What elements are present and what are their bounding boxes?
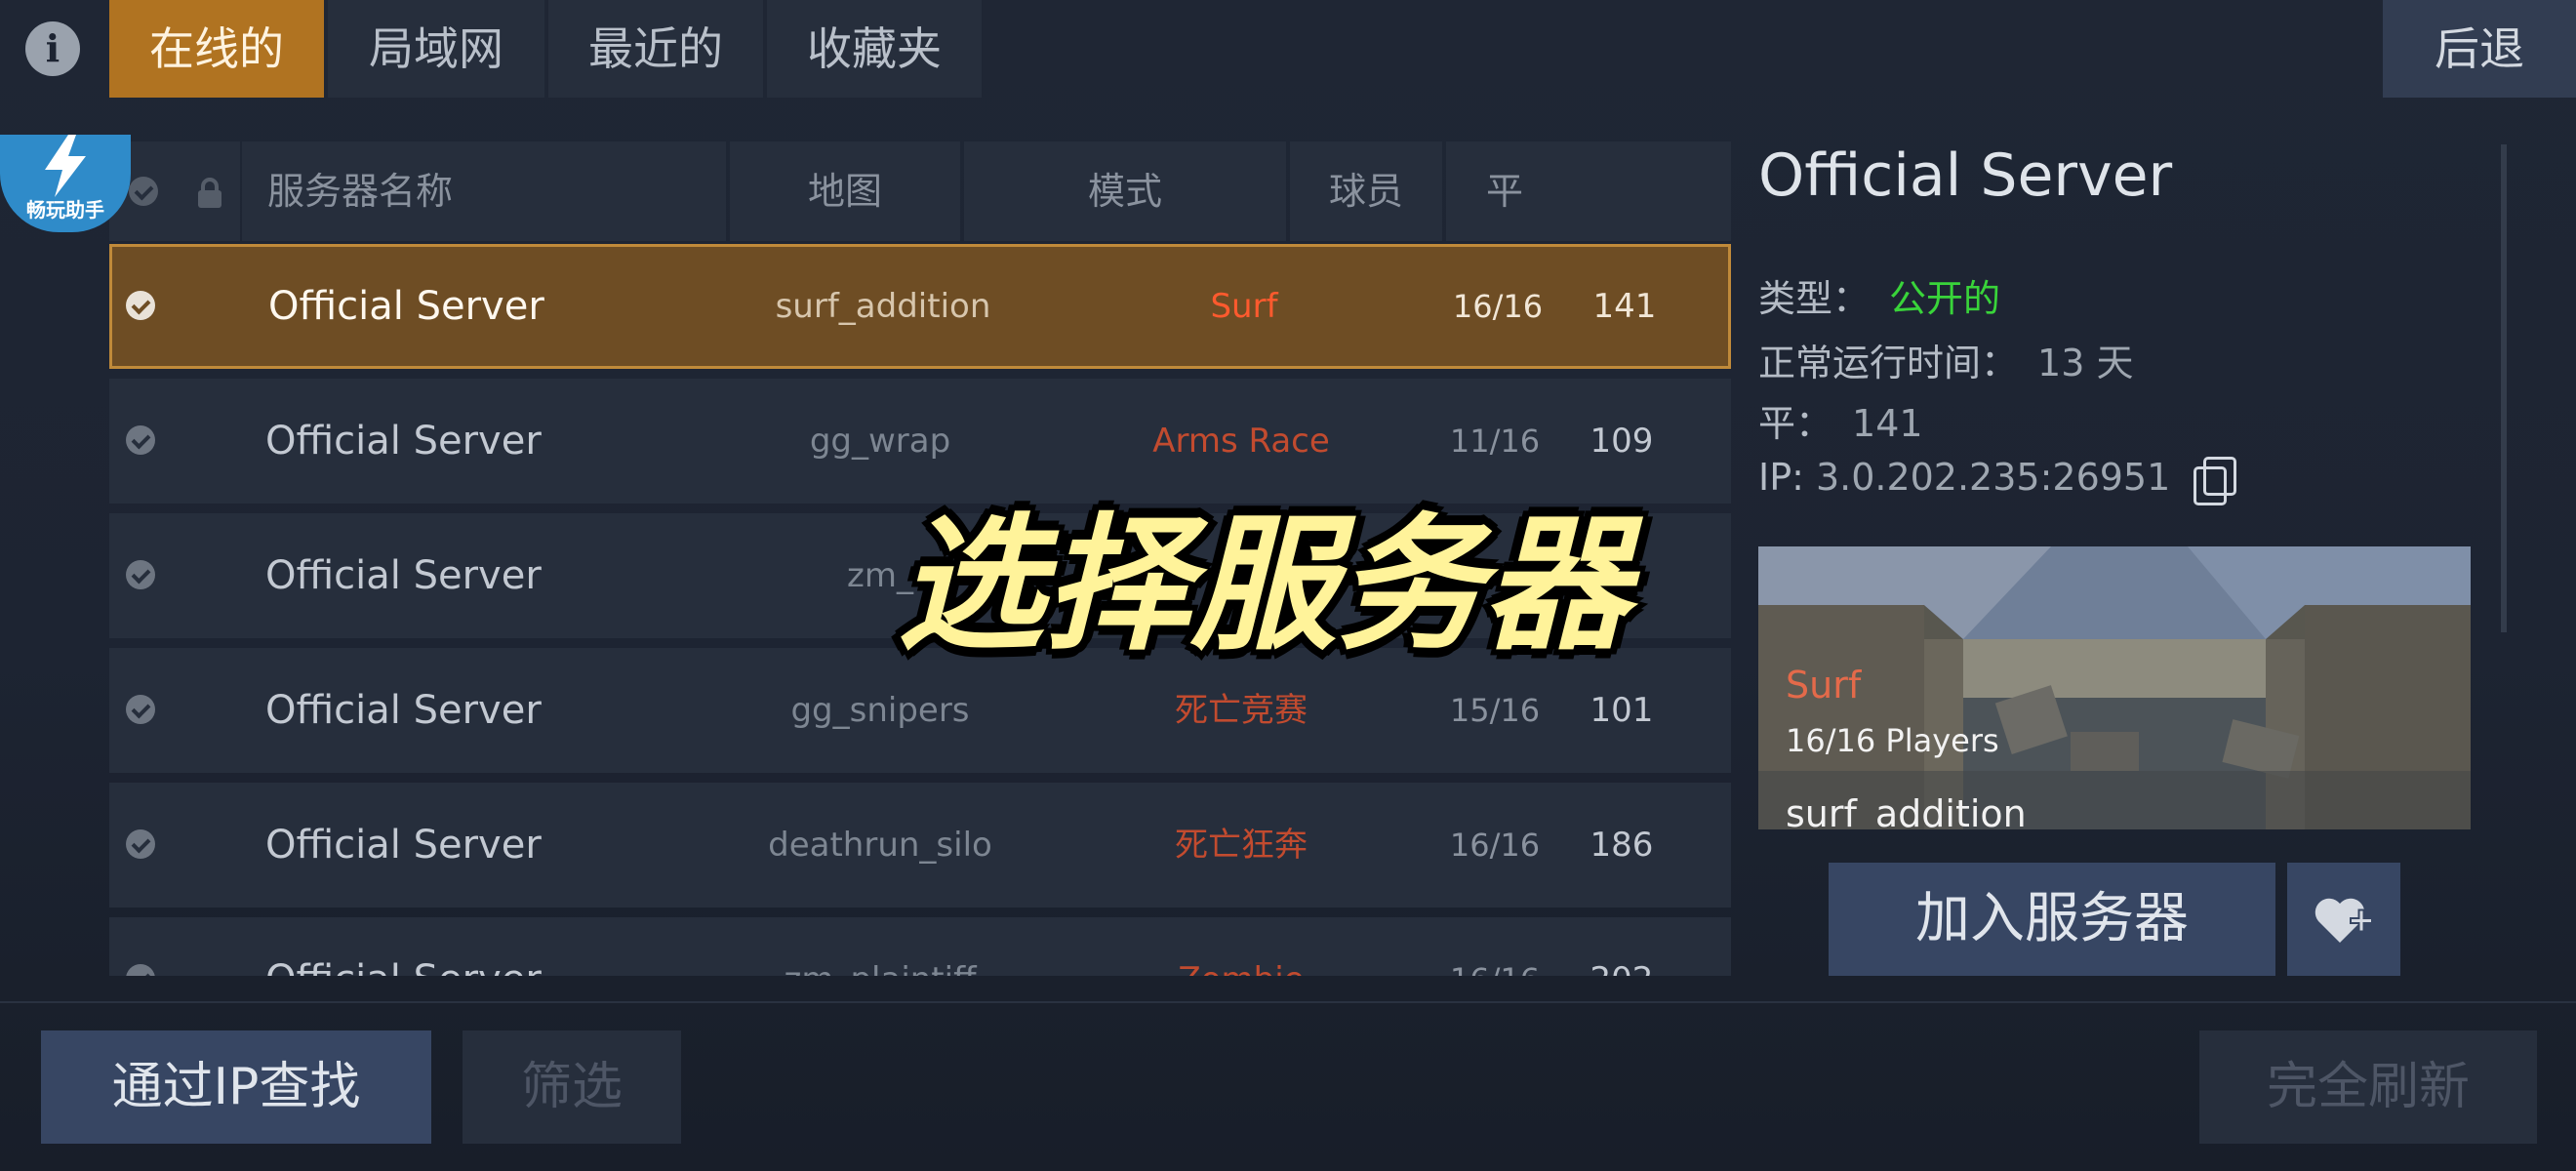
map-preview-image xyxy=(1758,546,2471,829)
filter-button[interactable]: 筛选 xyxy=(463,1030,681,1144)
server-map: surf_addition xyxy=(775,287,991,326)
header-players-label: 球员 xyxy=(1328,170,1403,213)
header-server-name[interactable]: 服务器名称 xyxy=(242,141,726,241)
tab-recent[interactable]: 最近的 xyxy=(548,0,763,98)
details-type-label: 类型： xyxy=(1758,277,1871,320)
details-ip-label: IP: xyxy=(1758,456,1804,499)
join-server-button[interactable]: 加入服务器 xyxy=(1829,863,2275,976)
server-map: gg_wrap xyxy=(809,422,951,461)
details-ip-value: 3.0.202.235:26951 xyxy=(1815,456,2171,499)
server-ping: 141 xyxy=(1592,287,1657,326)
top-bar: i 在线的 局域网 最近的 收藏夹 后退 xyxy=(0,0,2576,98)
add-favorite-button[interactable] xyxy=(2287,863,2400,976)
tab-online[interactable]: 在线的 xyxy=(109,0,324,98)
server-ping: 202 xyxy=(1573,917,1670,976)
header-server-name-label: 服务器名称 xyxy=(267,170,454,213)
check-icon xyxy=(126,425,155,455)
copy-icon[interactable] xyxy=(2194,456,2237,505)
server-mode: Zombie xyxy=(1134,917,1348,976)
table-row[interactable]: Official Server zm_plaintiff Zombie 16/1… xyxy=(109,917,1731,976)
back-button[interactable]: 后退 xyxy=(2383,0,2576,98)
header-mode-label: 模式 xyxy=(1087,170,1162,213)
details-type-value: 公开的 xyxy=(1889,277,2001,320)
preview-map: surf_addition xyxy=(1786,792,2027,829)
details-ping: 平： 141 xyxy=(1758,393,1923,447)
check-icon xyxy=(126,291,155,320)
table-row[interactable]: Official Server deathrun_silo 死亡狂奔 16/16… xyxy=(109,783,1731,908)
server-details-panel: Official Server 类型： 公开的 正常运行时间： 13 天 平： 141… xyxy=(1749,141,2510,976)
lock-icon xyxy=(198,178,221,208)
details-ip: IP: 3.0.202.235:26951 xyxy=(1758,456,2237,505)
server-name: Official Server xyxy=(268,284,544,329)
header-ping-label: 平 xyxy=(1485,170,1523,213)
server-name: Official Server xyxy=(265,823,542,868)
divider xyxy=(0,1001,2576,1003)
header-mode[interactable]: 模式 xyxy=(964,141,1286,241)
details-uptime-value: 13 天 xyxy=(2037,342,2134,384)
check-icon xyxy=(129,177,158,206)
preview-players: 16/16 Players xyxy=(1786,722,1999,759)
check-icon xyxy=(126,829,155,859)
details-title: Official Server xyxy=(1758,141,2173,210)
server-ping: 109 xyxy=(1590,422,1654,461)
server-name: Official Server xyxy=(265,553,542,598)
watermark-logo: 畅玩助手 xyxy=(0,135,131,232)
table-row[interactable]: Official Server surf_addition Surf 16/16… xyxy=(109,244,1731,369)
server-map: zm_plaintiff xyxy=(734,917,1026,976)
map-preview: Surf 16/16 Players surf_addition xyxy=(1758,546,2471,829)
header-ping[interactable]: 平 xyxy=(1446,141,1731,241)
details-uptime-label: 正常运行时间： xyxy=(1758,342,2019,384)
full-refresh-button[interactable]: 完全刷新 xyxy=(2199,1030,2537,1144)
table-row[interactable]: Official Server gg_wrap Arms Race 11/16 … xyxy=(109,379,1731,504)
details-uptime: 正常运行时间： 13 天 xyxy=(1758,333,2133,386)
check-icon xyxy=(126,695,155,724)
details-ping-label: 平： xyxy=(1758,402,1833,445)
lightning-icon xyxy=(45,135,86,197)
server-name: Official Server xyxy=(265,419,542,464)
check-icon xyxy=(126,560,155,589)
tab-favorites[interactable]: 收藏夹 xyxy=(767,0,982,98)
server-players: 11/16 xyxy=(1449,423,1541,460)
details-type: 类型： 公开的 xyxy=(1758,268,2000,322)
server-players: 16/16 xyxy=(1449,827,1541,864)
server-mode: 死亡狂奔 xyxy=(1175,826,1308,865)
server-ping: 186 xyxy=(1590,826,1654,865)
find-by-ip-button[interactable]: 通过IP查找 xyxy=(41,1030,431,1144)
overlay-caption: 选择服务器 xyxy=(898,501,1630,670)
check-icon xyxy=(126,964,155,976)
header-map[interactable]: 地图 xyxy=(730,141,960,241)
heart-plus-icon xyxy=(2314,898,2373,943)
tab-lan[interactable]: 局域网 xyxy=(328,0,544,98)
details-ping-value: 141 xyxy=(1852,402,1923,445)
server-name: Official Server xyxy=(265,688,542,733)
server-mode: Arms Race xyxy=(1152,422,1330,461)
server-map: deathrun_silo xyxy=(768,826,992,865)
header-players[interactable]: 球员 xyxy=(1290,141,1442,241)
server-players: 16/16 xyxy=(1436,917,1553,976)
server-players: 16/16 xyxy=(1452,288,1544,325)
server-mode: Surf xyxy=(1210,287,1278,326)
header-map-label: 地图 xyxy=(807,170,882,213)
details-scrollbar[interactable] xyxy=(2501,144,2507,632)
preview-mode: Surf xyxy=(1786,664,1862,707)
watermark-text: 畅玩助手 xyxy=(26,198,104,222)
server-name: Official Server xyxy=(265,917,685,976)
info-icon[interactable]: i xyxy=(25,21,80,76)
